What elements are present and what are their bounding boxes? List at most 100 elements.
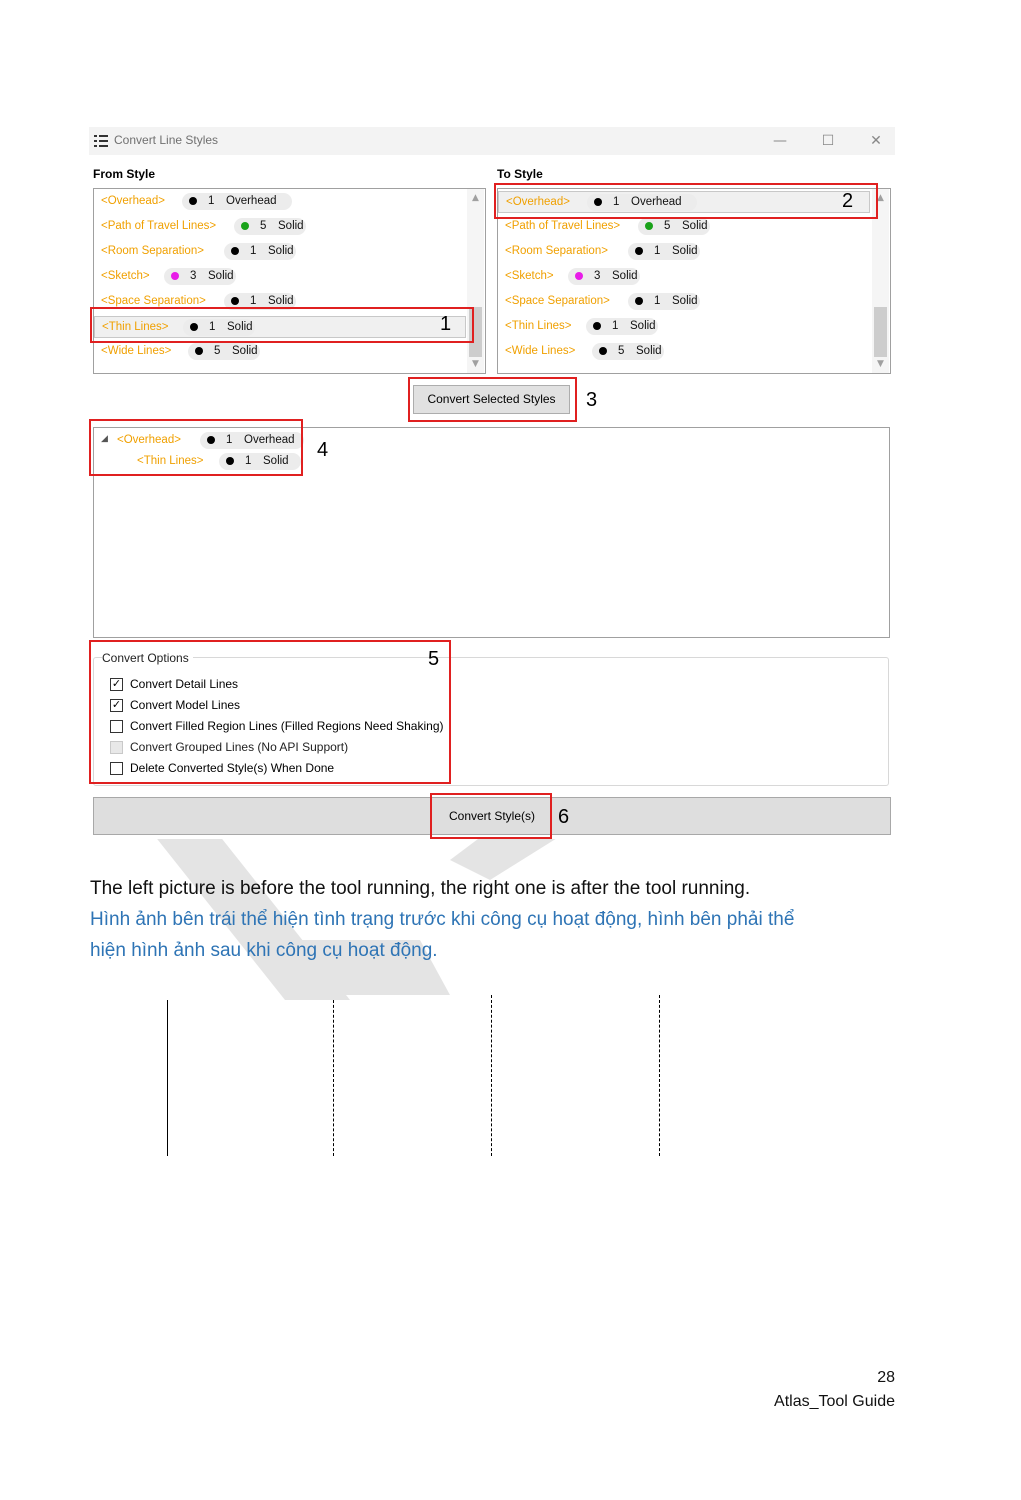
line-pattern: Solid: [630, 320, 656, 332]
color-dot-icon: [593, 322, 601, 330]
callout-number-5: 5: [428, 648, 440, 670]
line-style-pill: 3 Solid: [164, 268, 236, 285]
style-name: <Sketch>: [505, 270, 554, 282]
line-style-pill: 5 Solid: [638, 218, 710, 235]
dashed-line-sample-1: [333, 1000, 334, 1156]
line-pattern: Solid: [672, 245, 698, 257]
line-style-pill: 1 Solid: [224, 243, 296, 260]
line-weight: 5: [618, 345, 625, 357]
style-name: <Thin Lines>: [505, 320, 572, 332]
style-name: <Overhead>: [101, 195, 165, 207]
callout-number-3: 3: [586, 389, 598, 411]
line-weight: 1: [250, 245, 257, 257]
line-style-pill: 1 Solid: [628, 243, 700, 260]
scroll-down-icon[interactable]: ▼: [467, 357, 484, 371]
line-pattern: Overhead: [226, 195, 277, 207]
caption-vietnamese-line-1: Hình ảnh bên trái thể hiện tình trạng tr…: [90, 909, 795, 930]
color-dot-icon: [635, 297, 643, 305]
caption-english: The left picture is before the tool runn…: [90, 878, 751, 899]
from-style-item[interactable]: <Wide Lines> 5 Solid: [94, 341, 466, 363]
maximize-button[interactable]: ☐: [808, 129, 848, 153]
line-pattern: Solid: [278, 220, 304, 232]
dashed-line-sample-3: [659, 995, 660, 1156]
to-style-item[interactable]: <Wide Lines> 5 Solid: [498, 341, 870, 363]
to-style-item[interactable]: <Sketch> 3 Solid: [498, 266, 870, 288]
close-button[interactable]: ✕: [856, 129, 896, 153]
color-dot-icon: [231, 247, 239, 255]
line-pattern: Solid: [208, 270, 234, 282]
from-style-item[interactable]: <Room Separation> 1 Solid: [94, 241, 466, 263]
line-weight: 5: [664, 220, 671, 232]
line-weight: 1: [250, 295, 257, 307]
minimize-button[interactable]: —: [760, 129, 800, 153]
style-name: <Path of Travel Lines>: [505, 220, 621, 232]
list-icon: [94, 135, 108, 147]
callout-number-4: 4: [317, 439, 329, 461]
scroll-down-icon[interactable]: ▼: [872, 357, 889, 371]
from-style-scrollbar[interactable]: ▲ ▼: [467, 189, 484, 373]
style-name: <Path of Travel Lines>: [101, 220, 217, 232]
window-title: Convert Line Styles: [114, 133, 219, 147]
from-style-label: From Style: [93, 167, 156, 181]
color-dot-icon: [189, 197, 197, 205]
to-style-item[interactable]: <Thin Lines> 1 Solid: [498, 316, 870, 338]
document-title: Atlas_Tool Guide: [774, 1393, 895, 1410]
line-style-pill: 1 Solid: [586, 318, 658, 335]
line-pattern: Solid: [232, 345, 258, 357]
callout-box-6: [430, 793, 552, 839]
to-style-label: To Style: [497, 167, 543, 181]
line-style-pill: 1 Solid: [628, 293, 700, 310]
solid-line-sample: [167, 1000, 168, 1156]
color-dot-icon: [599, 347, 607, 355]
from-style-list[interactable]: <Wide Lines> 5 Solid <Thin Lines> 1 Solid <Spa…: [93, 188, 486, 374]
color-dot-icon: [635, 247, 643, 255]
to-style-item[interactable]: <Room Separation> 1 Solid: [498, 241, 870, 263]
line-weight: 5: [214, 345, 221, 357]
line-pattern: Solid: [268, 295, 294, 307]
style-name: <Room Separation>: [505, 245, 608, 257]
callout-box-2: [494, 183, 878, 219]
style-name: <Wide Lines>: [505, 345, 576, 357]
from-style-item[interactable]: <Overhead> 1 Overhead: [94, 191, 466, 213]
style-name: <Space Separation>: [505, 295, 610, 307]
line-weight: 1: [208, 195, 215, 207]
callout-number-6: 6: [558, 806, 570, 828]
to-style-item[interactable]: <Space Separation> 1 Solid: [498, 291, 870, 313]
callout-box-5: [89, 640, 451, 784]
style-name: <Sketch>: [101, 270, 150, 282]
line-pattern: Solid: [682, 220, 708, 232]
title-bar: Convert Line Styles — ☐ ✕: [89, 127, 895, 155]
scroll-thumb[interactable]: [874, 307, 887, 357]
callout-number-1: 1: [440, 313, 452, 335]
line-style-pill: 5 Solid: [234, 218, 306, 235]
scroll-up-icon[interactable]: ▲: [467, 191, 484, 205]
color-dot-icon: [241, 222, 249, 230]
line-weight: 3: [190, 270, 197, 282]
line-pattern: Solid: [268, 245, 294, 257]
callout-box-3: [408, 377, 577, 422]
line-pattern: Solid: [612, 270, 638, 282]
from-style-item[interactable]: <Sketch> 3 Solid: [94, 266, 466, 288]
color-dot-icon: [575, 272, 583, 280]
line-style-pill: 3 Solid: [568, 268, 640, 285]
line-weight: 1: [654, 295, 661, 307]
line-style-pill: 5 Solid: [592, 343, 664, 360]
callout-box-4: [89, 419, 303, 476]
color-dot-icon: [645, 222, 653, 230]
to-style-item[interactable]: <Path of Travel Lines> 5 Solid: [498, 216, 870, 238]
line-weight: 3: [594, 270, 601, 282]
style-name: <Wide Lines>: [101, 345, 172, 357]
color-dot-icon: [195, 347, 203, 355]
dashed-line-sample-2: [491, 995, 492, 1156]
style-name: <Space Separation>: [101, 295, 206, 307]
from-style-item[interactable]: <Path of Travel Lines> 5 Solid: [94, 216, 466, 238]
line-weight: 1: [612, 320, 619, 332]
line-pattern: Solid: [672, 295, 698, 307]
callout-box-1: [90, 307, 474, 343]
line-pattern: Solid: [636, 345, 662, 357]
color-dot-icon: [171, 272, 179, 280]
line-weight: 5: [260, 220, 267, 232]
style-name: <Room Separation>: [101, 245, 204, 257]
caption-vietnamese-line-2: hiện hình ảnh sau khi công cụ hoạt động.: [90, 940, 438, 961]
page-number: 28: [877, 1369, 895, 1386]
